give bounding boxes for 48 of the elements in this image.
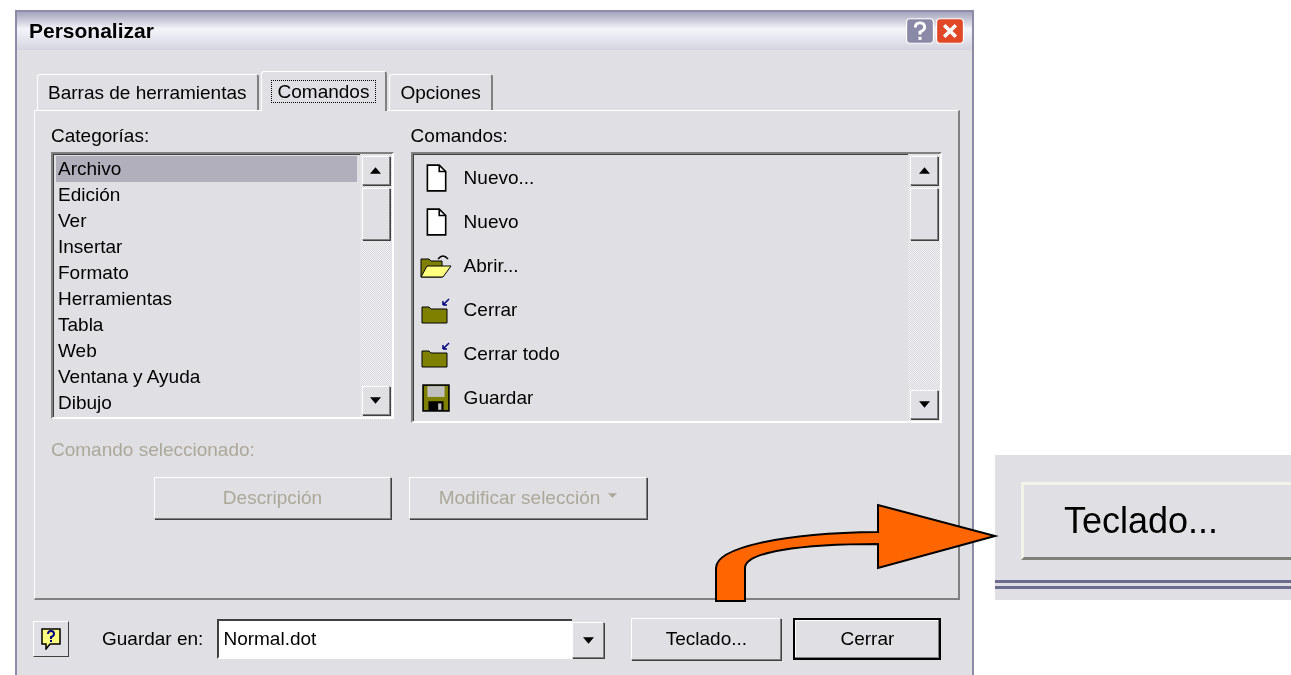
down-arrow-icon (370, 397, 382, 404)
scrollbar-thumb[interactable] (361, 188, 390, 240)
list-item[interactable]: Ventana y Ayuda (56, 364, 357, 390)
list-item[interactable]: Archivo (56, 156, 357, 182)
dialog-button[interactable]: Teclado... (631, 618, 782, 660)
down-arrow-icon (918, 401, 930, 408)
folder-icon (419, 340, 452, 368)
help-icon[interactable] (906, 18, 934, 44)
save-in-field[interactable]: Normal.dot (217, 619, 573, 659)
tab[interactable]: Barras de herramientas (37, 74, 259, 110)
scrollbar-thumb[interactable] (910, 188, 938, 240)
dialog-button[interactable]: Cerrar (793, 618, 942, 660)
scroll-up-button[interactable] (361, 156, 390, 185)
up-arrow-icon (370, 167, 382, 174)
list-item[interactable]: Web (56, 338, 357, 364)
list-item[interactable]: Herramientas (56, 286, 357, 312)
scrollbar[interactable] (908, 154, 940, 421)
list-label: Categorías: (51, 125, 151, 147)
down-arrow-icon (582, 636, 594, 644)
list-item[interactable]: Tabla (56, 312, 357, 338)
folder-icon (419, 252, 452, 280)
help-icon (41, 628, 61, 650)
close-icon[interactable] (936, 18, 964, 44)
list-item[interactable]: Cerrar (463, 299, 518, 321)
tab[interactable]: Comandos (260, 71, 388, 111)
window-title: Personalizar (29, 19, 154, 43)
tab[interactable]: Opciones (389, 74, 493, 110)
up-arrow-icon (918, 167, 930, 174)
list-item[interactable]: Abrir... (463, 255, 519, 277)
scrollbar[interactable] (359, 154, 392, 417)
list-item[interactable]: Cerrar todo (463, 343, 560, 365)
folder-icon (419, 296, 452, 324)
list-item[interactable]: Formato (56, 260, 357, 286)
list-item[interactable]: Dibujo (56, 390, 357, 416)
help-button[interactable] (33, 621, 69, 657)
selected-command-label: Comando seleccionado: (51, 439, 256, 461)
field-label: Guardar en: (102, 628, 204, 650)
list-item[interactable]: Edición (56, 182, 357, 208)
list-item[interactable]: Guardar (463, 387, 534, 409)
list-item[interactable]: Nuevo... (463, 167, 535, 189)
scroll-down-button[interactable] (361, 386, 390, 415)
scroll-up-button[interactable] (910, 156, 938, 185)
scroll-down-button[interactable] (910, 390, 938, 419)
dropdown-button[interactable] (572, 622, 605, 658)
list-item[interactable]: Insertar (56, 234, 357, 260)
list-item[interactable]: Nuevo (463, 211, 519, 233)
list-item[interactable]: Ver (56, 208, 357, 234)
list-label: Comandos: (410, 125, 509, 147)
